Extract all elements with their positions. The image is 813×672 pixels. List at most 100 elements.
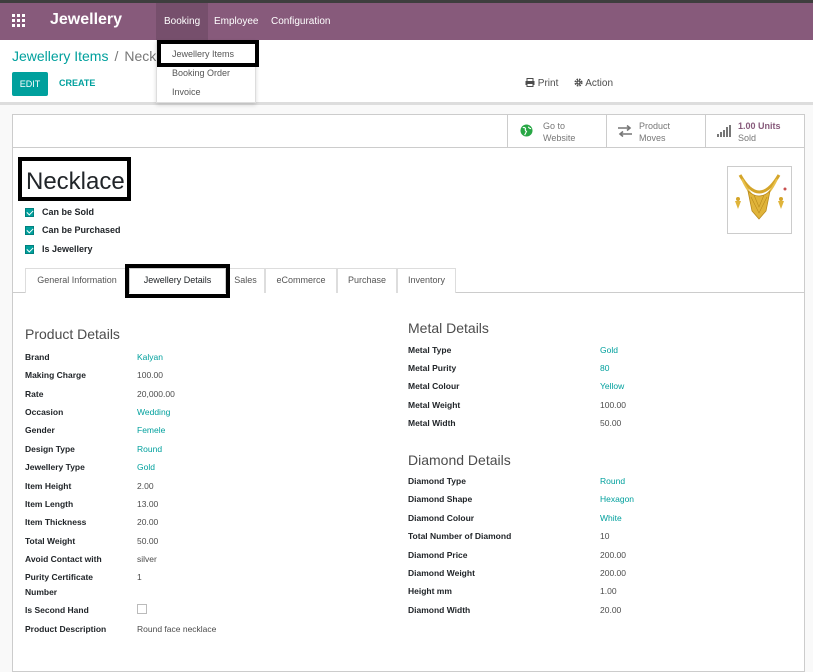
website-label-1: Go to bbox=[543, 121, 566, 131]
making-charge-value: 100.00 bbox=[137, 370, 163, 380]
smart-buttons: Go to Website Product Moves 1.00 Units S… bbox=[507, 115, 805, 147]
menu-configuration[interactable]: Configuration bbox=[263, 3, 338, 40]
is-second-hand-checkbox[interactable] bbox=[137, 604, 147, 614]
can-be-sold-label: Can be Sold bbox=[42, 207, 95, 217]
print-icon bbox=[525, 78, 535, 87]
breadcrumb-separator: / bbox=[114, 48, 119, 64]
website-label-2: Website bbox=[543, 133, 576, 143]
is-jewellery-label: Is Jewellery bbox=[42, 244, 93, 254]
menu-employee[interactable]: Employee bbox=[206, 3, 266, 40]
field-label: Metal Purity bbox=[408, 363, 457, 373]
metal-type-value[interactable]: Gold bbox=[600, 345, 618, 355]
field-label: Metal Weight bbox=[408, 400, 461, 410]
can-be-purchased-checkbox[interactable] bbox=[25, 226, 34, 235]
print-label: Print bbox=[537, 78, 559, 89]
occasion-value[interactable]: Wedding bbox=[137, 407, 170, 417]
field-label-line2: Number bbox=[25, 587, 58, 597]
diamond-weight-value: 200.00 bbox=[600, 568, 626, 578]
diamond-colour-value[interactable]: White bbox=[600, 513, 622, 523]
field-label: Diamond Price bbox=[408, 550, 468, 560]
item-length-value: 13.00 bbox=[137, 499, 159, 509]
gear-icon bbox=[574, 78, 583, 87]
field-label: Design Type bbox=[25, 444, 75, 454]
metal-purity-value[interactable]: 80 bbox=[600, 363, 609, 373]
tab-inventory[interactable]: Inventory bbox=[397, 268, 456, 293]
globe-icon bbox=[520, 124, 533, 137]
field-label: Diamond Colour bbox=[408, 513, 475, 523]
field-label: Diamond Type bbox=[408, 476, 466, 486]
apps-menu-icon[interactable] bbox=[12, 14, 25, 27]
height-mm-value: 1.00 bbox=[600, 586, 617, 596]
metal-colour-value[interactable]: Yellow bbox=[600, 381, 624, 391]
product-description-value: Round face necklace bbox=[137, 624, 217, 634]
tab-ecommerce[interactable]: eCommerce bbox=[265, 268, 337, 293]
dropdown-invoice[interactable]: Invoice bbox=[157, 83, 255, 102]
field-label: Rate bbox=[25, 389, 44, 399]
product-image[interactable] bbox=[727, 166, 792, 234]
can-be-sold-checkbox[interactable] bbox=[25, 208, 34, 217]
print-button[interactable]: Print bbox=[525, 78, 558, 89]
field-label: Avoid Contact with bbox=[25, 554, 102, 564]
brand-value[interactable]: Kalyan bbox=[137, 352, 163, 362]
units-sold-button[interactable]: 1.00 Units Sold bbox=[706, 115, 805, 147]
breadcrumb-parent[interactable]: Jewellery Items bbox=[12, 48, 108, 64]
field-label: Is Second Hand bbox=[25, 605, 89, 615]
highlight-box-title bbox=[18, 157, 131, 201]
metal-width-value: 50.00 bbox=[600, 418, 622, 428]
is-jewellery-checkbox[interactable] bbox=[25, 245, 34, 254]
top-navbar: Jewellery Booking Employee Configuration bbox=[0, 0, 813, 40]
field-label: Jewellery Type bbox=[25, 462, 85, 472]
field-label: Metal Colour bbox=[408, 381, 460, 391]
field-label: Metal Type bbox=[408, 345, 452, 355]
highlight-box-tab bbox=[125, 264, 230, 298]
purity-certificate-value: 1 bbox=[137, 572, 142, 582]
breadcrumb-current: Neckl bbox=[124, 48, 160, 64]
go-to-website-button[interactable]: Go to Website bbox=[508, 115, 607, 147]
can-be-purchased-label: Can be Purchased bbox=[42, 225, 121, 235]
field-label: Item Length bbox=[25, 499, 74, 509]
exchange-icon bbox=[618, 125, 632, 137]
field-label: Diamond Shape bbox=[408, 494, 473, 504]
menu-booking[interactable]: Booking bbox=[156, 3, 209, 40]
jewellery-type-value[interactable]: Gold bbox=[137, 462, 155, 472]
product-moves-button[interactable]: Product Moves bbox=[607, 115, 706, 147]
moves-label-1: Product bbox=[639, 121, 671, 131]
field-label: Product Description bbox=[25, 624, 107, 634]
field-label: Total Number of Diamond bbox=[408, 531, 512, 541]
field-label: Gender bbox=[25, 425, 55, 435]
highlight-box-menu bbox=[157, 40, 259, 67]
field-label: Height mm bbox=[408, 586, 452, 596]
tab-purchase[interactable]: Purchase bbox=[337, 268, 397, 293]
field-label: Item Height bbox=[25, 481, 72, 491]
tab-general-information[interactable]: General Information bbox=[25, 268, 129, 293]
signal-bars-icon bbox=[717, 125, 731, 137]
field-label: Occasion bbox=[25, 407, 64, 417]
create-button[interactable]: CREATE bbox=[59, 78, 95, 88]
field-label: Item Thickness bbox=[25, 517, 87, 527]
metal-details-title: Metal Details bbox=[408, 320, 489, 336]
tab-sales[interactable]: Sales bbox=[226, 268, 265, 293]
diamond-type-value[interactable]: Round bbox=[600, 476, 625, 486]
necklace-image bbox=[735, 174, 787, 220]
diamond-width-value: 20.00 bbox=[600, 605, 622, 615]
diamond-price-value: 200.00 bbox=[600, 550, 626, 560]
diamond-shape-value[interactable]: Hexagon bbox=[600, 494, 634, 504]
item-thickness-value: 20.00 bbox=[137, 517, 159, 527]
design-type-value[interactable]: Round bbox=[137, 444, 162, 454]
total-weight-value: 50.00 bbox=[137, 536, 159, 546]
edit-button[interactable]: EDIT bbox=[12, 72, 48, 96]
sold-label-1: 1.00 Units bbox=[738, 121, 781, 131]
metal-weight-value: 100.00 bbox=[600, 400, 626, 410]
app-brand[interactable]: Jewellery bbox=[50, 11, 122, 29]
field-label: Purity Certificate bbox=[25, 572, 94, 582]
action-button[interactable]: Action bbox=[574, 78, 613, 89]
smart-buttons-divider bbox=[12, 147, 805, 148]
field-label: Brand bbox=[25, 352, 50, 362]
avoid-contact-value: silver bbox=[137, 554, 157, 564]
field-label: Diamond Width bbox=[408, 605, 471, 615]
gender-value[interactable]: Femele bbox=[137, 425, 165, 435]
field-label: Total Weight bbox=[25, 536, 76, 546]
moves-label-2: Moves bbox=[639, 133, 666, 143]
rate-value: 20,000.00 bbox=[137, 389, 175, 399]
window-edge bbox=[0, 0, 813, 3]
